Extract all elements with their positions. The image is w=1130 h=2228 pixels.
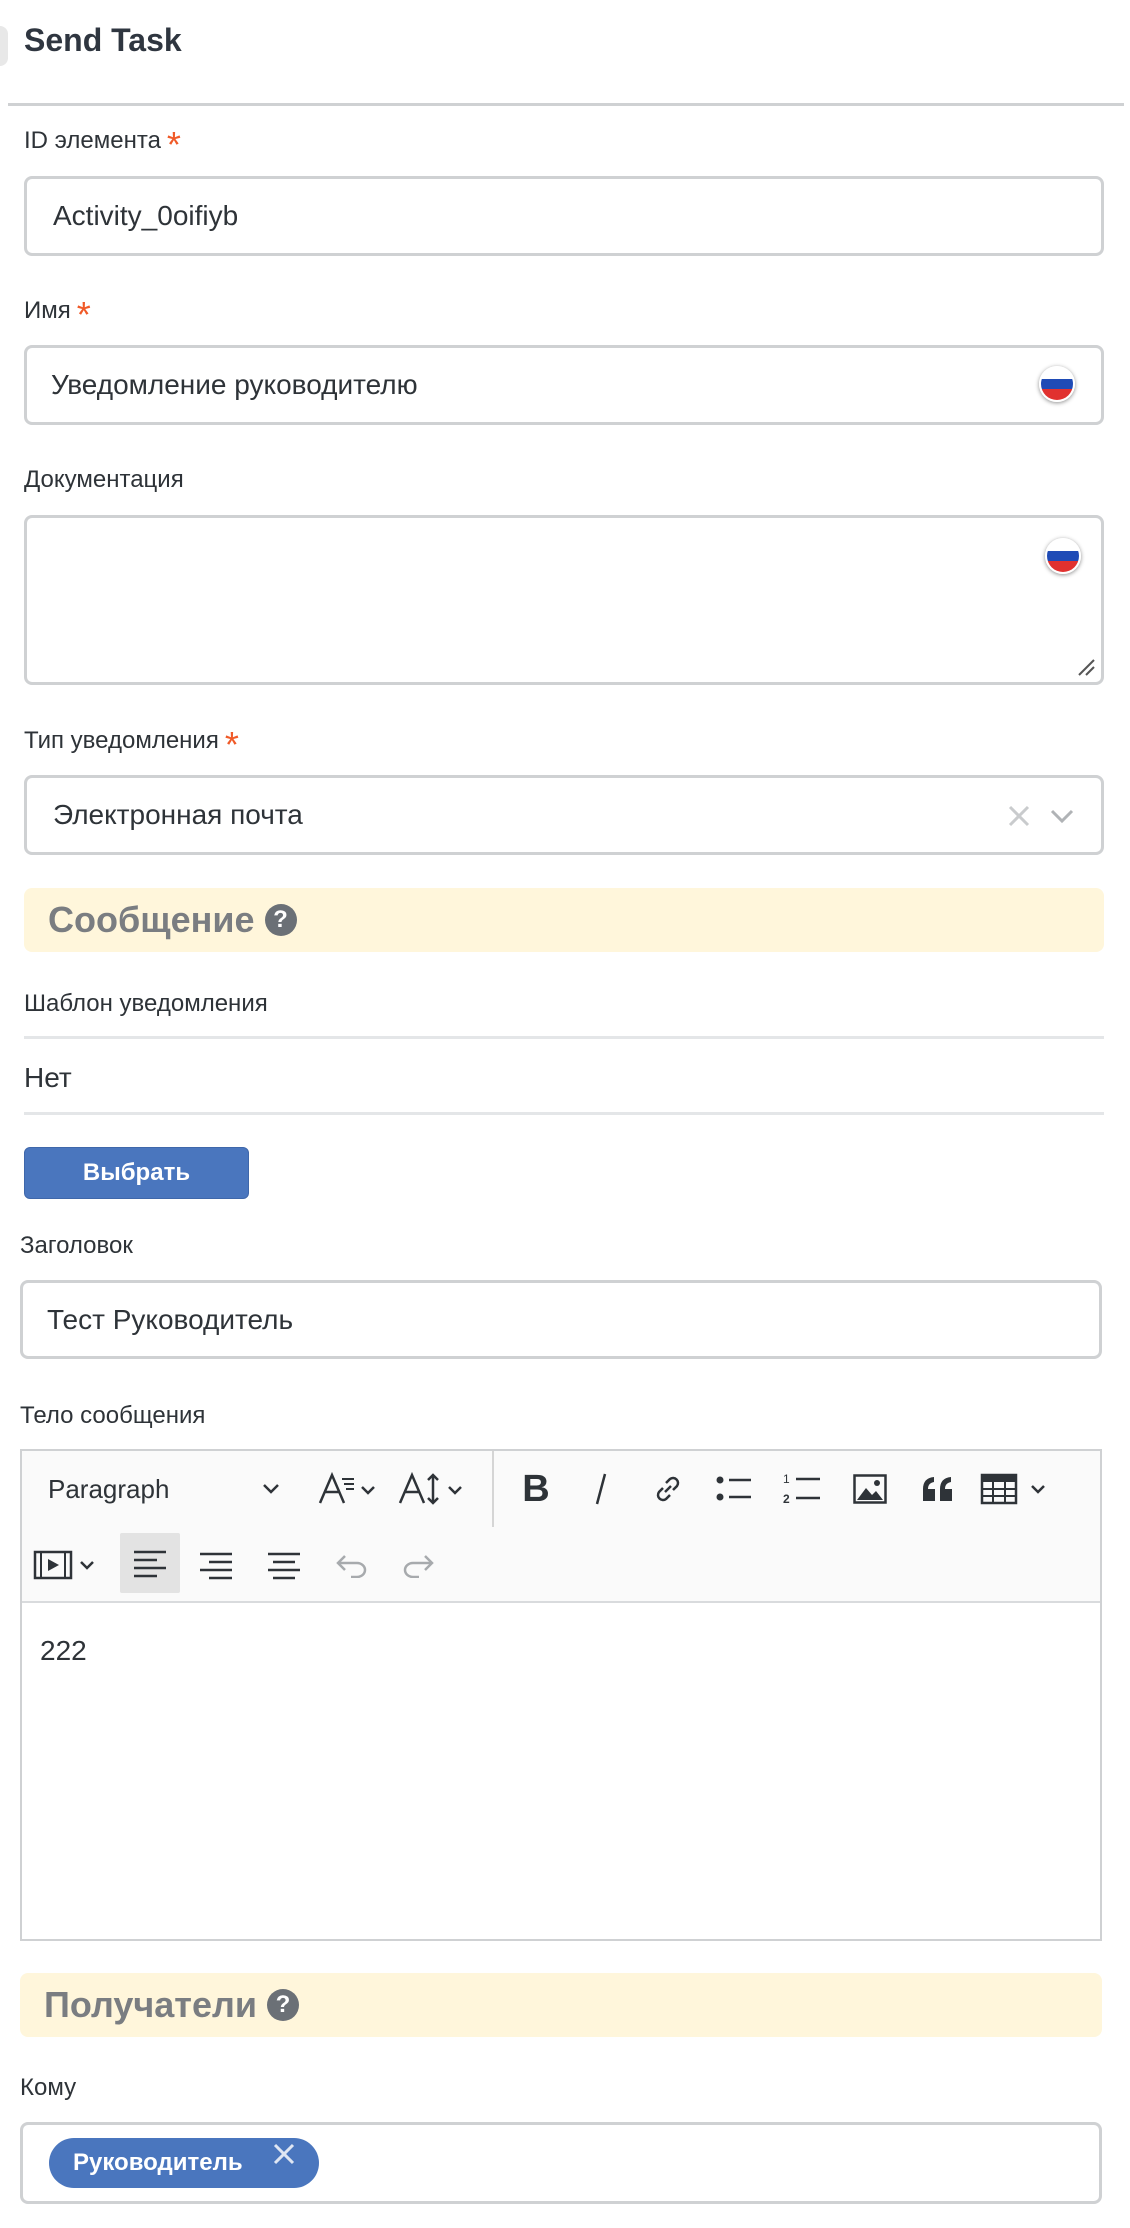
subject-label: Заголовок <box>20 1232 133 1259</box>
name-input[interactable]: Уведомление руководителю <box>24 345 1104 425</box>
recipient-chip: Руководитель <box>49 2138 319 2188</box>
align-left-button[interactable] <box>120 1533 180 1593</box>
recipient-chip-label: Руководитель <box>73 2149 243 2176</box>
italic-icon <box>595 1473 607 1505</box>
header-divider <box>8 103 1124 106</box>
redo-icon <box>403 1555 434 1578</box>
required-mark: * <box>166 124 181 165</box>
chevron-down-icon[interactable] <box>1049 806 1075 826</box>
font-size-button[interactable] <box>312 1461 384 1517</box>
notification-type-select[interactable]: Электронная почта <box>24 775 1104 855</box>
paragraph-select[interactable]: Paragraph <box>22 1461 292 1517</box>
link-button[interactable] <box>640 1461 696 1517</box>
body-label: Тело сообщения <box>20 1402 206 1429</box>
paragraph-select-value: Paragraph <box>48 1473 170 1504</box>
template-label: Шаблон уведомления <box>24 990 268 1017</box>
bulleted-list-icon <box>716 1476 751 1501</box>
toolbar-separator <box>492 1451 494 1527</box>
line-height-button[interactable] <box>394 1461 470 1517</box>
undo-icon <box>336 1555 367 1578</box>
chevron-down-icon <box>263 1484 279 1494</box>
insert-table-button[interactable] <box>974 1461 1058 1517</box>
notification-type-value: Электронная почта <box>53 799 303 830</box>
rich-text-editor: Paragraph B 1 2 222 <box>20 1449 1102 1941</box>
element-id-value: Activity_0oifiyb <box>53 200 239 231</box>
subject-value: Тест Руководитель <box>47 1303 294 1335</box>
required-mark: * <box>76 294 91 335</box>
numbered-list-button[interactable]: 1 2 <box>774 1461 830 1517</box>
block-quote-button[interactable] <box>910 1461 966 1517</box>
align-center-button[interactable] <box>256 1537 312 1593</box>
divider <box>24 1112 1104 1115</box>
line-height-icon <box>398 1471 462 1505</box>
help-icon[interactable]: ? <box>264 904 297 936</box>
svg-text:2: 2 <box>783 1492 790 1506</box>
resize-handle-icon[interactable] <box>1077 658 1095 676</box>
subject-input[interactable]: Тест Руководитель <box>20 1280 1102 1359</box>
element-id-label: ID элемента * <box>24 124 181 165</box>
insert-media-button[interactable] <box>30 1537 106 1593</box>
undo-button[interactable] <box>324 1537 380 1593</box>
body-text: 222 <box>40 1635 87 1666</box>
font-size-icon <box>318 1471 375 1504</box>
name-value: Уведомление руководителю <box>51 369 418 400</box>
svg-text:1: 1 <box>783 1472 790 1486</box>
documentation-textarea[interactable] <box>24 515 1104 685</box>
required-mark: * <box>224 724 239 765</box>
clear-icon[interactable] <box>1007 804 1031 828</box>
message-section-title: Сообщение <box>48 899 255 940</box>
choose-template-button[interactable]: Выбрать <box>24 1147 249 1199</box>
help-icon[interactable]: ? <box>266 1989 299 2021</box>
bold-icon: B <box>522 1467 550 1510</box>
documentation-label: Документация <box>24 466 184 493</box>
align-center-icon <box>268 1552 300 1580</box>
recipients-section-header[interactable]: Получатели ? <box>20 1973 1102 2037</box>
divider <box>24 1036 1104 1039</box>
name-label: Имя * <box>24 294 91 335</box>
recipients-input[interactable]: Руководитель <box>20 2122 1102 2204</box>
insert-image-button[interactable] <box>842 1461 898 1517</box>
russian-flag-icon[interactable] <box>1039 366 1075 402</box>
message-section-header[interactable]: Сообщение ? <box>24 888 1104 952</box>
panel-title: Send Task <box>24 22 182 58</box>
italic-button[interactable] <box>574 1461 630 1517</box>
template-value: Нет <box>24 1062 72 1093</box>
link-icon <box>656 1476 680 1502</box>
image-icon <box>853 1474 887 1504</box>
to-label: Кому <box>20 2074 77 2101</box>
media-icon <box>33 1550 94 1580</box>
element-id-input[interactable]: Activity_0oifiyb <box>24 176 1104 256</box>
notification-type-label: Тип уведомления * <box>24 724 239 765</box>
editor-content[interactable]: 222 <box>22 1603 1100 1699</box>
remove-chip-icon[interactable] <box>271 2141 297 2167</box>
align-right-button[interactable] <box>188 1537 244 1593</box>
recipients-section-title: Получатели <box>44 1984 257 2025</box>
panel-edge <box>0 26 8 66</box>
quote-icon <box>923 1477 952 1501</box>
editor-toolbar: Paragraph B 1 2 <box>22 1451 1100 1603</box>
bulleted-list-button[interactable] <box>706 1461 762 1517</box>
redo-button[interactable] <box>390 1537 446 1593</box>
align-right-icon <box>200 1552 232 1580</box>
bold-button[interactable]: B <box>508 1461 564 1517</box>
numbered-list-icon: 1 2 <box>783 1472 820 1506</box>
align-left-icon <box>134 1550 166 1578</box>
table-icon <box>980 1473 1045 1505</box>
russian-flag-icon[interactable] <box>1045 538 1081 574</box>
